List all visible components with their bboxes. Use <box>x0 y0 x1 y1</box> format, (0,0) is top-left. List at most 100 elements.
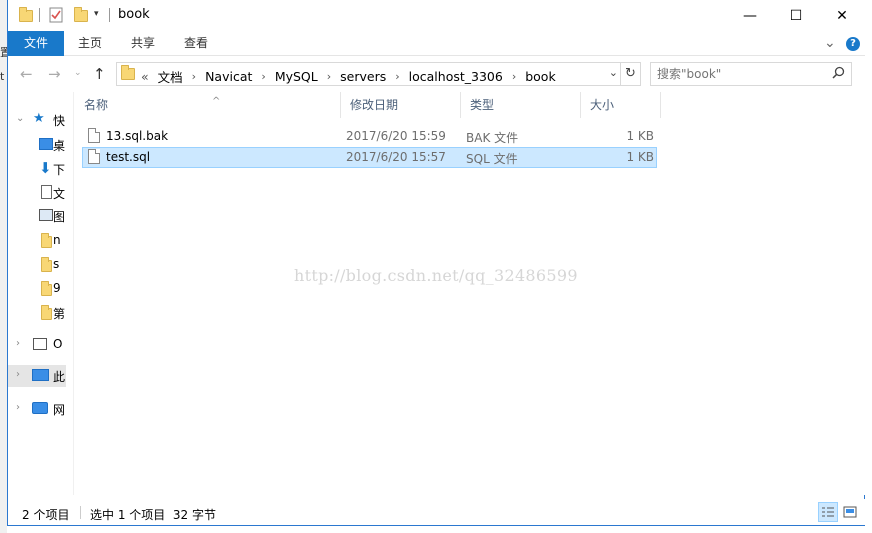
file-modified: 2017/6/20 15:59 <box>346 129 446 143</box>
refresh-icon[interactable]: ↻ <box>620 63 640 85</box>
breadcrumb: « 文档 › Navicat › MySQL › servers › local… <box>141 67 556 86</box>
toolbar-divider <box>109 8 110 22</box>
tab-home[interactable]: 主页 <box>70 31 110 56</box>
breadcrumb-navicat[interactable]: Navicat <box>205 69 252 84</box>
nav-pictures[interactable]: 图 <box>8 205 68 227</box>
expand-icon[interactable]: › <box>16 369 20 380</box>
network-icon <box>32 402 48 414</box>
ribbon-tabs: 文件 主页 共享 查看 ⌄ ? <box>8 31 865 56</box>
file-modified: 2017/6/20 15:57 <box>346 150 446 164</box>
nav-onedrive[interactable]: › O <box>8 334 68 356</box>
desktop-icon <box>39 138 53 150</box>
breadcrumb-book[interactable]: book <box>525 69 555 84</box>
tab-file[interactable]: 文件 <box>8 31 64 56</box>
sort-ascending-icon: ^ <box>212 96 221 107</box>
star-icon: ★ <box>33 111 45 126</box>
nav-desktop[interactable]: 桌 <box>8 134 68 156</box>
maximize-button[interactable]: ☐ <box>773 0 819 31</box>
breadcrumb-mysql[interactable]: MySQL <box>275 69 318 84</box>
minimize-button[interactable]: — <box>727 0 773 31</box>
folder-icon <box>41 257 52 272</box>
column-label: 大小 <box>590 98 615 112</box>
folder-icon <box>41 305 52 320</box>
chevron-right-icon[interactable]: › <box>261 70 265 83</box>
column-header-size[interactable]: 大小 <box>581 92 661 118</box>
expand-icon[interactable]: ⌄ <box>16 113 24 124</box>
nav-label: 网 <box>53 403 66 417</box>
file-type: SQL 文件 <box>466 152 518 166</box>
folder-icon <box>41 281 52 296</box>
nav-label: s <box>53 257 60 271</box>
nav-folder[interactable]: 第 <box>8 302 68 324</box>
breadcrumb-documents[interactable]: 文档 <box>158 67 183 86</box>
file-name: 13.sql.bak <box>106 129 169 143</box>
nav-network[interactable]: › 网 <box>8 398 68 420</box>
expand-icon[interactable]: › <box>16 402 20 413</box>
nav-downloads[interactable]: ⬇ 下 <box>8 158 68 180</box>
chevron-right-icon[interactable]: › <box>512 70 516 83</box>
forward-arrow-icon[interactable]: → <box>48 65 61 83</box>
nav-label: 下 <box>53 163 66 177</box>
details-view-button[interactable] <box>818 502 838 522</box>
tab-view[interactable]: 查看 <box>176 31 216 56</box>
up-arrow-icon[interactable]: ↑ <box>93 65 106 83</box>
nav-folder[interactable]: s <box>8 254 68 276</box>
file-row[interactable]: 13.sql.bak 2017/6/20 15:59 BAK 文件 1 KB <box>82 126 657 147</box>
chevron-right-icon[interactable]: › <box>395 70 399 83</box>
onedrive-icon <box>33 338 47 350</box>
help-icon[interactable]: ? <box>846 37 860 51</box>
status-selection: 选中 1 个项目 32 字节 <box>90 508 216 522</box>
folder-icon[interactable] <box>19 6 33 24</box>
toolbar-divider <box>39 8 40 22</box>
nav-label: O <box>53 337 63 351</box>
column-label: 类型 <box>470 98 495 112</box>
chevron-right-icon[interactable]: › <box>327 70 331 83</box>
column-header-name[interactable]: 名称 ^ <box>75 92 341 118</box>
expand-icon[interactable]: › <box>16 338 20 349</box>
properties-icon[interactable] <box>49 7 63 25</box>
tab-share[interactable]: 共享 <box>123 31 163 56</box>
file-icon <box>88 128 100 143</box>
recent-locations-dropdown[interactable]: ⌄ <box>74 68 82 78</box>
picture-icon <box>39 209 53 221</box>
breadcrumb-overflow[interactable]: « <box>141 69 149 84</box>
address-dropdown-icon[interactable]: ⌄ <box>609 66 618 79</box>
column-header-type[interactable]: 类型 <box>461 92 581 118</box>
nav-label: n <box>53 233 61 247</box>
breadcrumb-localhost[interactable]: localhost_3306 <box>409 69 503 84</box>
file-size: 1 KB <box>626 150 654 164</box>
expand-ribbon-icon[interactable]: ⌄ <box>824 35 836 51</box>
search-input[interactable] <box>657 66 827 82</box>
new-folder-icon[interactable] <box>74 6 88 24</box>
nav-label: 9 <box>53 281 61 295</box>
this-pc-icon <box>32 369 49 381</box>
file-row-selected[interactable]: test.sql 2017/6/20 15:57 SQL 文件 1 KB <box>82 147 657 168</box>
search-box[interactable] <box>650 62 852 86</box>
nav-this-pc[interactable]: › 此 <box>8 365 66 387</box>
file-name: test.sql <box>106 150 151 164</box>
column-label: 名称 <box>84 98 109 112</box>
back-arrow-icon[interactable]: ← <box>20 65 33 83</box>
nav-label: 桌 <box>53 139 66 153</box>
chevron-right-icon[interactable]: › <box>192 70 196 83</box>
nav-label: 文 <box>53 187 66 201</box>
close-button[interactable]: ✕ <box>819 0 865 31</box>
status-item-count: 2 个项目 <box>22 508 70 522</box>
breadcrumb-servers[interactable]: servers <box>340 69 386 84</box>
customize-qat-dropdown[interactable]: ▾ <box>94 9 99 27</box>
column-header-modified[interactable]: 修改日期 <box>341 92 461 118</box>
nav-folder[interactable]: n <box>8 230 68 252</box>
status-divider <box>80 506 81 519</box>
large-icons-view-button[interactable] <box>840 502 860 522</box>
address-bar[interactable]: « 文档 › Navicat › MySQL › servers › local… <box>116 62 641 86</box>
nav-folder[interactable]: 9 <box>8 278 68 300</box>
explorer-window: ▾ book — ☐ ✕ 文件 主页 共享 查看 ⌄ ? ← → ⌄ ↑ « 文… <box>7 0 865 526</box>
file-type: BAK 文件 <box>466 131 519 145</box>
nav-documents[interactable]: 文 <box>8 182 68 204</box>
background-window-strip: 置 t <box>0 0 11 533</box>
column-label: 修改日期 <box>350 98 399 112</box>
file-icon <box>88 149 100 164</box>
search-icon[interactable] <box>832 66 845 83</box>
navigation-bar: ← → ⌄ ↑ « 文档 › Navicat › MySQL › servers… <box>8 56 865 92</box>
nav-quick-access[interactable]: ⌄ ★ 快 <box>8 109 68 131</box>
